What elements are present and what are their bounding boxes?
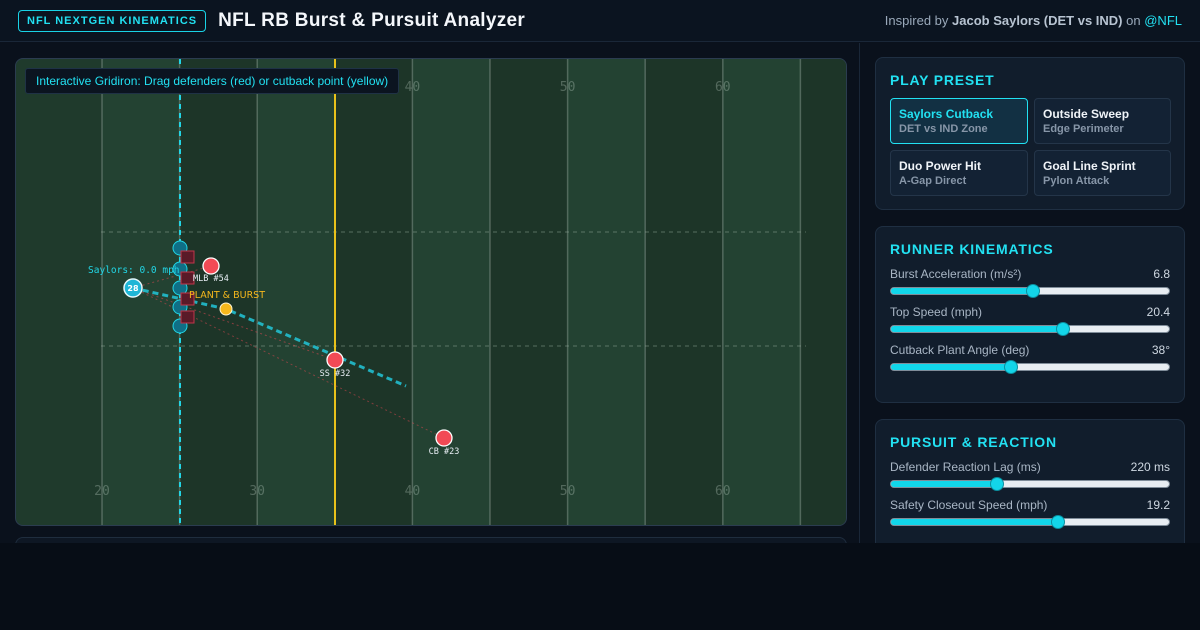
yard-number-bottom: 50 bbox=[560, 484, 576, 499]
credit-on: on bbox=[1126, 13, 1141, 28]
yard-number-bottom: 30 bbox=[249, 484, 265, 499]
cutback-label: PLANT & BURST bbox=[189, 290, 265, 301]
field-stripe bbox=[800, 59, 846, 525]
header-left: NFL NEXTGEN KINEMATICS NFL RB Burst & Pu… bbox=[18, 9, 526, 32]
preset-name: Duo Power Hit bbox=[899, 159, 982, 173]
yard-number-top: 50 bbox=[560, 80, 576, 95]
gridiron-canvas[interactable]: 20203030404050506060 bbox=[16, 59, 846, 525]
preset-subtitle: Edge Perimeter bbox=[1043, 123, 1124, 135]
slider-track[interactable] bbox=[890, 322, 1170, 336]
slider-fill bbox=[891, 326, 1064, 332]
preset-goal-line-sprint[interactable]: Goal Line Sprint Pylon Attack bbox=[1034, 150, 1171, 196]
slider-track[interactable] bbox=[890, 515, 1170, 529]
field-stripe bbox=[722, 59, 801, 525]
app-window: NFL NEXTGEN KINEMATICS NFL RB Burst & Pu… bbox=[0, 0, 1200, 543]
slider-fill bbox=[891, 288, 1033, 294]
slider-burst-acceleration: Burst Acceleration (m/s²) 6.8 bbox=[890, 267, 1170, 298]
slider-thumb[interactable] bbox=[1050, 515, 1065, 529]
runner-speed-label: Saylors: 0.0 mph bbox=[88, 265, 180, 276]
defender-ss[interactable] bbox=[326, 351, 344, 369]
slider-thumb[interactable] bbox=[1003, 360, 1018, 374]
preset-outside-sweep[interactable]: Outside Sweep Edge Perimeter bbox=[1034, 98, 1171, 144]
slider-label: Burst Acceleration (m/s²) bbox=[890, 267, 1022, 281]
slider-track[interactable] bbox=[890, 477, 1170, 491]
slider-safety-closeout: Safety Closeout Speed (mph) 19.2 bbox=[890, 498, 1170, 529]
defender-cb[interactable] bbox=[435, 429, 453, 447]
preset-grid: Saylors Cutback DET vs IND Zone Outside … bbox=[890, 98, 1171, 196]
field-pane: 20203030404050506060 bbox=[0, 43, 860, 543]
slider-thumb[interactable] bbox=[1056, 322, 1071, 336]
preset-subtitle: A-Gap Direct bbox=[899, 175, 967, 187]
field-stripe bbox=[645, 59, 723, 525]
slider-top-speed: Top Speed (mph) 20.4 bbox=[890, 305, 1170, 336]
pursuit-reaction-card: PURSUIT & REACTION Defender Reaction Lag… bbox=[875, 419, 1185, 543]
slider-fill bbox=[891, 481, 997, 487]
preset-duo-power-hit[interactable]: Duo Power Hit A-Gap Direct bbox=[890, 150, 1028, 196]
preset-name: Goal Line Sprint bbox=[1043, 159, 1136, 173]
runner-kinematics-card: RUNNER KINEMATICS Burst Acceleration (m/… bbox=[875, 226, 1185, 403]
slider-label: Safety Closeout Speed (mph) bbox=[890, 498, 1048, 512]
yard-number-top: 40 bbox=[405, 80, 421, 95]
preset-saylors-cutback[interactable]: Saylors Cutback DET vs IND Zone bbox=[890, 98, 1028, 144]
slider-label: Cutback Plant Angle (deg) bbox=[890, 343, 1030, 357]
app-title: NFL RB Burst & Pursuit Analyzer bbox=[218, 9, 526, 31]
slider-label: Defender Reaction Lag (ms) bbox=[890, 460, 1041, 474]
slider-value: 38° bbox=[1151, 343, 1170, 357]
slider-value: 220 ms bbox=[1130, 460, 1170, 474]
brand-badge: NFL NEXTGEN KINEMATICS bbox=[18, 9, 207, 32]
slider-reaction-lag: Defender Reaction Lag (ms) 220 ms bbox=[890, 460, 1170, 491]
yard-number-bottom: 60 bbox=[715, 484, 731, 499]
slider-label: Top Speed (mph) bbox=[890, 305, 983, 319]
slider-value: 19.2 bbox=[1146, 498, 1170, 512]
preset-name: Outside Sweep bbox=[1043, 107, 1130, 121]
slider-value: 6.8 bbox=[1153, 267, 1170, 281]
field-stripe bbox=[334, 59, 413, 525]
lower-panel bbox=[15, 537, 847, 543]
defender-ss-label: SS #32 bbox=[320, 369, 351, 379]
cutback-point[interactable] bbox=[219, 302, 233, 316]
slider-fill bbox=[891, 364, 1011, 370]
preset-subtitle: Pylon Attack bbox=[1043, 175, 1110, 187]
credit-line: Inspired by Jacob Saylors (DET vs IND) o… bbox=[885, 13, 1182, 28]
slider-value: 20.4 bbox=[1146, 305, 1170, 319]
field-instruction-tip: Interactive Gridiron: Drag defenders (re… bbox=[25, 68, 400, 94]
top-header: NFL NEXTGEN KINEMATICS NFL RB Burst & Pu… bbox=[0, 0, 1200, 42]
preset-subtitle: DET vs IND Zone bbox=[899, 123, 988, 135]
yard-number-top: 60 bbox=[715, 80, 731, 95]
field-stripe bbox=[567, 59, 646, 525]
slider-track[interactable] bbox=[890, 360, 1170, 374]
control-sidebar: PLAY PRESET Saylors Cutback DET vs IND Z… bbox=[861, 43, 1200, 543]
runner-number: 28 bbox=[127, 284, 139, 293]
pursuit-reaction-title: PURSUIT & REACTION bbox=[890, 434, 1057, 450]
defender-mlb[interactable] bbox=[202, 257, 220, 275]
gridiron-field[interactable]: 20203030404050506060 bbox=[15, 58, 847, 526]
credit-handle-link[interactable]: @NFL bbox=[1144, 13, 1182, 28]
slider-fill bbox=[891, 519, 1058, 525]
defensive-lineman[interactable] bbox=[180, 250, 195, 264]
credit-prefix: Inspired by bbox=[884, 13, 949, 28]
slider-cutback-angle: Cutback Plant Angle (deg) 38° bbox=[890, 343, 1170, 374]
slider-thumb[interactable] bbox=[989, 477, 1004, 491]
slider-track[interactable] bbox=[890, 284, 1170, 298]
field-stripe bbox=[490, 59, 568, 525]
play-preset-card: PLAY PRESET Saylors Cutback DET vs IND Z… bbox=[875, 57, 1185, 210]
defensive-lineman[interactable] bbox=[180, 310, 195, 324]
yard-number-bottom: 20 bbox=[94, 484, 110, 499]
defender-cb-label: CB #23 bbox=[429, 447, 460, 457]
credit-player: Jacob Saylors (DET vs IND) bbox=[952, 13, 1123, 28]
field-stripe bbox=[257, 59, 335, 525]
slider-thumb[interactable] bbox=[1025, 284, 1040, 298]
defender-mlb-label: MLB #54 bbox=[193, 274, 229, 284]
runner-kinematics-title: RUNNER KINEMATICS bbox=[890, 241, 1054, 257]
play-preset-title: PLAY PRESET bbox=[890, 72, 995, 88]
preset-name: Saylors Cutback bbox=[899, 107, 994, 121]
yard-number-bottom: 40 bbox=[405, 484, 421, 499]
